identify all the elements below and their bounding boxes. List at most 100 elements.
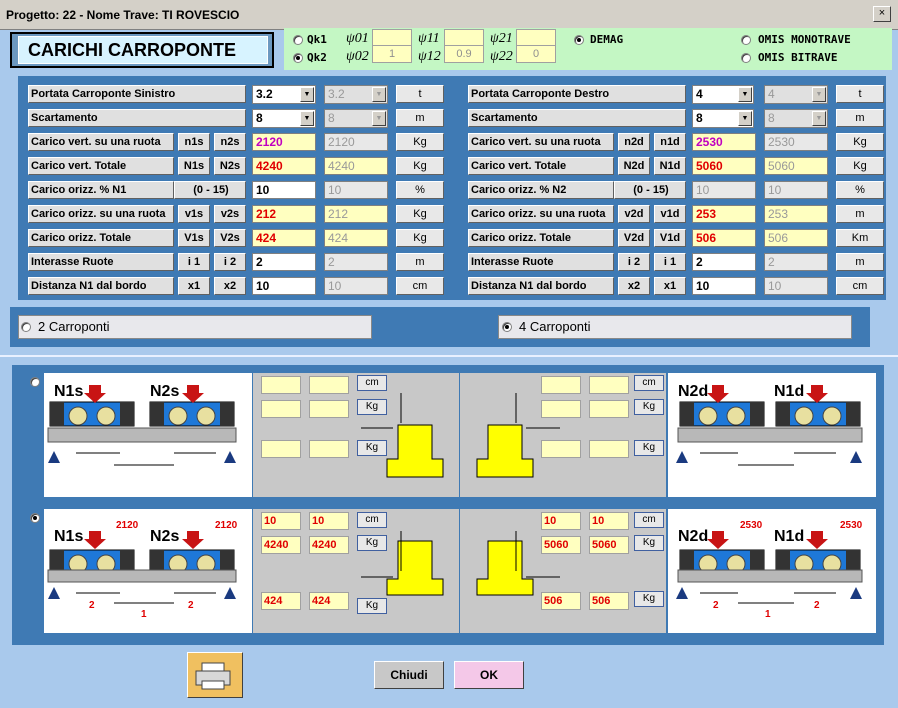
left-dist-field[interactable]: 10 — [252, 277, 316, 295]
left-ir-field[interactable]: 2 — [252, 253, 316, 271]
option-2-radio[interactable] — [21, 322, 31, 332]
r1-input[interactable] — [589, 376, 629, 394]
l2-v1[interactable]: 424 — [261, 592, 301, 610]
l2-x1[interactable]: 10 — [261, 512, 301, 530]
chevron-down-icon[interactable]: ▼ — [300, 111, 314, 126]
left-cot-a: V1s — [178, 229, 210, 247]
r2-n1[interactable]: 5060 — [541, 536, 581, 554]
layout-1-radio[interactable] — [30, 377, 40, 387]
left-ir-a: i 1 — [178, 253, 210, 271]
wheel — [168, 406, 188, 426]
r2-v1[interactable]: 506 — [541, 592, 581, 610]
left-cvt-field[interactable]: 4240 — [252, 157, 316, 175]
hatch — [150, 402, 164, 426]
right-cvr-field[interactable]: 2530 — [692, 133, 756, 151]
left-ir-field-2: 2 — [324, 253, 388, 271]
psi22-field[interactable]: 0 — [516, 45, 556, 63]
monotrave-label: OMIS MONOTRAVE — [758, 33, 851, 46]
print-button[interactable] — [187, 652, 243, 698]
option-4-radio[interactable] — [502, 322, 512, 332]
arrow-down-icon — [707, 531, 729, 549]
beam — [677, 569, 863, 583]
chevron-down-icon[interactable]: ▼ — [300, 87, 314, 102]
demag-radio[interactable] — [574, 35, 584, 45]
right-cot-a: V2d — [618, 229, 650, 247]
right-co-range: (0 - 15) — [614, 181, 686, 199]
hatch — [750, 402, 764, 426]
left-portata-select[interactable]: 3.2 ▼ — [252, 85, 316, 104]
l2-x2[interactable]: 10 — [309, 512, 349, 530]
left-dist-unit: cm — [396, 277, 444, 295]
left-dim-i1: 1 — [141, 609, 147, 620]
r2-x2[interactable]: 10 — [589, 512, 629, 530]
l2-n2[interactable]: 4240 — [309, 536, 349, 554]
right-cvr-unit: Kg — [836, 133, 884, 151]
right-cvr-field-2: 2530 — [764, 133, 828, 151]
right-cvt-field[interactable]: 5060 — [692, 157, 756, 175]
ok-button[interactable]: OK — [454, 661, 524, 689]
left-co-field[interactable]: 10 — [252, 181, 316, 199]
unit-cm: cm — [634, 375, 664, 391]
chiudi-button[interactable]: Chiudi — [374, 661, 444, 689]
r1-input[interactable] — [541, 400, 581, 418]
unit-kg: Kg — [357, 440, 387, 456]
left-ir-label: Interasse Ruote — [28, 253, 174, 271]
chevron-down-icon[interactable]: ▼ — [738, 111, 752, 126]
n2d-label: N2d — [678, 383, 709, 400]
right-co-label: Carico orizz. % N2 — [468, 181, 614, 199]
r1-input[interactable] — [541, 376, 581, 394]
right-cor-field[interactable]: 253 — [692, 205, 756, 223]
psi02-field[interactable]: 1 — [372, 45, 412, 63]
right-ir-b: i 1 — [654, 253, 686, 271]
l1-input[interactable] — [309, 400, 349, 418]
r1-input[interactable] — [541, 440, 581, 458]
right-cot-label: Carico orizz. Totale — [468, 229, 614, 247]
right-load-value-2: 2530 — [840, 520, 863, 531]
left-cot-field[interactable]: 424 — [252, 229, 316, 247]
left-cvr-field[interactable]: 2120 — [252, 133, 316, 151]
r2-n2[interactable]: 5060 — [589, 536, 629, 554]
chevron-down-icon[interactable]: ▼ — [738, 87, 752, 102]
left-scart-value-2: 8 — [328, 111, 335, 125]
window-title: Progetto: 22 - Nome Trave: TI ROVESCIO — [6, 8, 240, 22]
right-ir-field[interactable]: 2 — [692, 253, 756, 271]
unit-kg: Kg — [634, 399, 664, 415]
unit-cm: cm — [357, 375, 387, 391]
left-co-unit: % — [396, 181, 444, 199]
left-portata-unit: t — [396, 85, 444, 103]
l2-v2[interactable]: 424 — [309, 592, 349, 610]
bitrave-radio[interactable] — [741, 53, 751, 63]
r1-input[interactable] — [589, 400, 629, 418]
l1-input[interactable] — [309, 376, 349, 394]
n1d-label: N1d — [774, 383, 805, 400]
l1-input[interactable] — [261, 440, 301, 458]
beam — [677, 427, 863, 443]
left-scart-value: 8 — [256, 111, 263, 125]
monotrave-radio[interactable] — [741, 35, 751, 45]
r2-x1[interactable]: 10 — [541, 512, 581, 530]
l1-input[interactable] — [309, 440, 349, 458]
right-cot-field[interactable]: 506 — [692, 229, 756, 247]
l1-input[interactable] — [261, 376, 301, 394]
l2-n1[interactable]: 4240 — [261, 536, 301, 554]
right-portata-select[interactable]: 4 ▼ — [692, 85, 754, 104]
left-dist-field-2: 10 — [324, 277, 388, 295]
qk1-label: Qk1 — [307, 33, 327, 46]
r2-v2[interactable]: 506 — [589, 592, 629, 610]
right-co-field[interactable]: 10 — [692, 181, 756, 199]
hatch — [50, 402, 64, 426]
left-cor-field[interactable]: 212 — [252, 205, 316, 223]
l1-input[interactable] — [261, 400, 301, 418]
left-co-range: (0 - 15) — [174, 181, 246, 199]
right-ir-field-2: 2 — [764, 253, 828, 271]
right-scart-select[interactable]: 8 ▼ — [692, 109, 754, 128]
close-button[interactable]: × — [873, 6, 891, 22]
r1-input[interactable] — [589, 440, 629, 458]
qk2-radio[interactable] — [293, 53, 303, 63]
n1d-label-2: N1d — [774, 528, 805, 545]
layout-2-radio[interactable] — [30, 513, 40, 523]
psi12-field[interactable]: 0.9 — [444, 45, 484, 63]
left-scart-select[interactable]: 8 ▼ — [252, 109, 316, 128]
qk1-radio[interactable] — [293, 35, 303, 45]
right-dist-field[interactable]: 10 — [692, 277, 756, 295]
